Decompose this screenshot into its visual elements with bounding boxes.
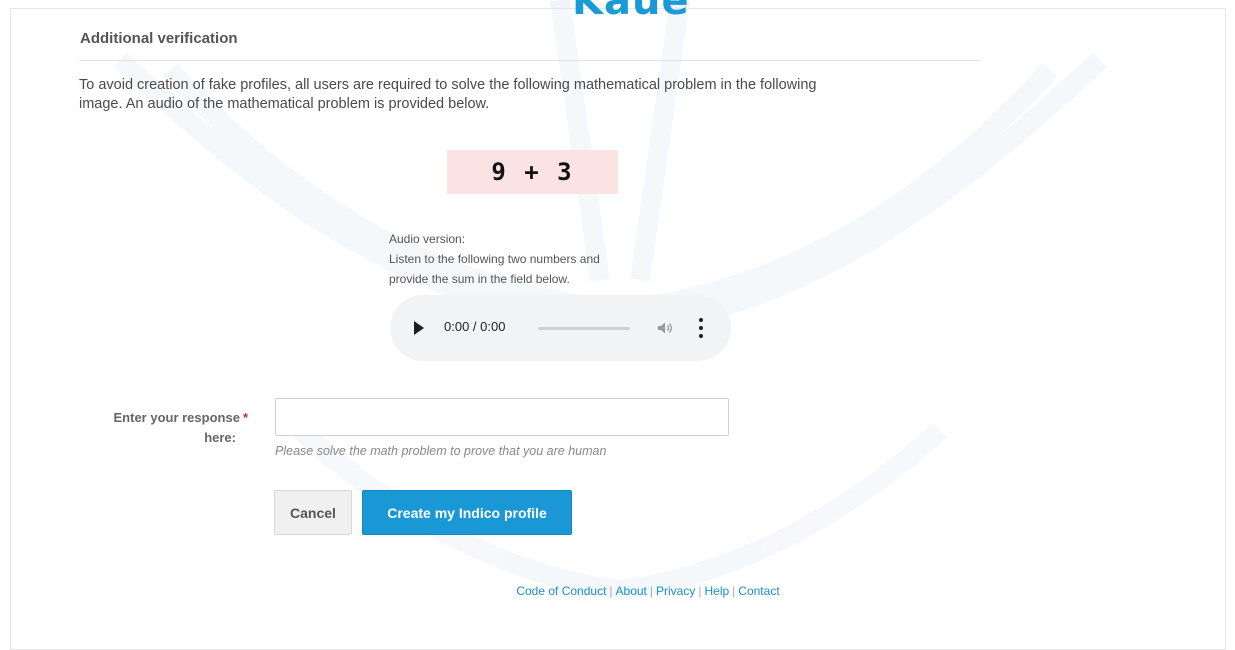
footer-separator: | <box>649 584 654 598</box>
audio-progress-bar[interactable] <box>538 327 630 330</box>
response-label-text: Enter your response <box>113 410 240 425</box>
footer-link-privacy[interactable]: Privacy <box>656 584 695 598</box>
create-profile-button[interactable]: Create my Indico profile <box>362 490 572 535</box>
footer-separator: | <box>732 584 736 598</box>
audio-instruction-line: provide the sum in the field below. <box>389 272 570 286</box>
intro-line: To avoid creation of fake profiles, all … <box>79 77 817 93</box>
footer-link-help[interactable]: Help <box>704 584 729 598</box>
title-divider <box>79 60 981 61</box>
footer-links: Code of Conduct | About | Privacy | Help | Conta… <box>0 584 1235 598</box>
intro-text: To avoid creation of fake profiles, all … <box>79 76 969 114</box>
audio-player[interactable]: 0:00 / 0:00 <box>390 295 731 361</box>
intro-line: image. An audio of the mathematical prob… <box>79 96 490 112</box>
response-label-text: here: <box>204 430 236 445</box>
footer-separator: | <box>609 584 613 598</box>
audio-instructions: Audio version: Listen to the following t… <box>389 229 689 289</box>
response-input[interactable] <box>275 398 729 436</box>
more-options-icon[interactable] <box>698 318 704 338</box>
section-title: Additional verification <box>80 30 238 47</box>
footer-link-about[interactable]: About <box>616 584 647 598</box>
audio-title: Audio version: <box>389 232 466 246</box>
site-logo: Kaue <box>572 0 690 24</box>
play-icon[interactable] <box>414 321 424 335</box>
captcha-image: 9 + 3 <box>447 150 618 194</box>
volume-icon[interactable] <box>656 319 674 337</box>
audio-instruction-line: Listen to the following two numbers and <box>389 252 600 266</box>
footer-separator: | <box>698 584 702 598</box>
cancel-button[interactable]: Cancel <box>274 490 352 535</box>
footer-link-contact[interactable]: Contact <box>738 584 779 598</box>
required-marker: * <box>242 410 248 425</box>
audio-time: 0:00 / 0:00 <box>444 319 506 334</box>
footer-link-code-of-conduct[interactable]: Code of Conduct <box>516 584 606 598</box>
help-text: Please solve the math problem to prove t… <box>275 444 607 458</box>
response-label: Enter your response * here: <box>90 408 249 448</box>
